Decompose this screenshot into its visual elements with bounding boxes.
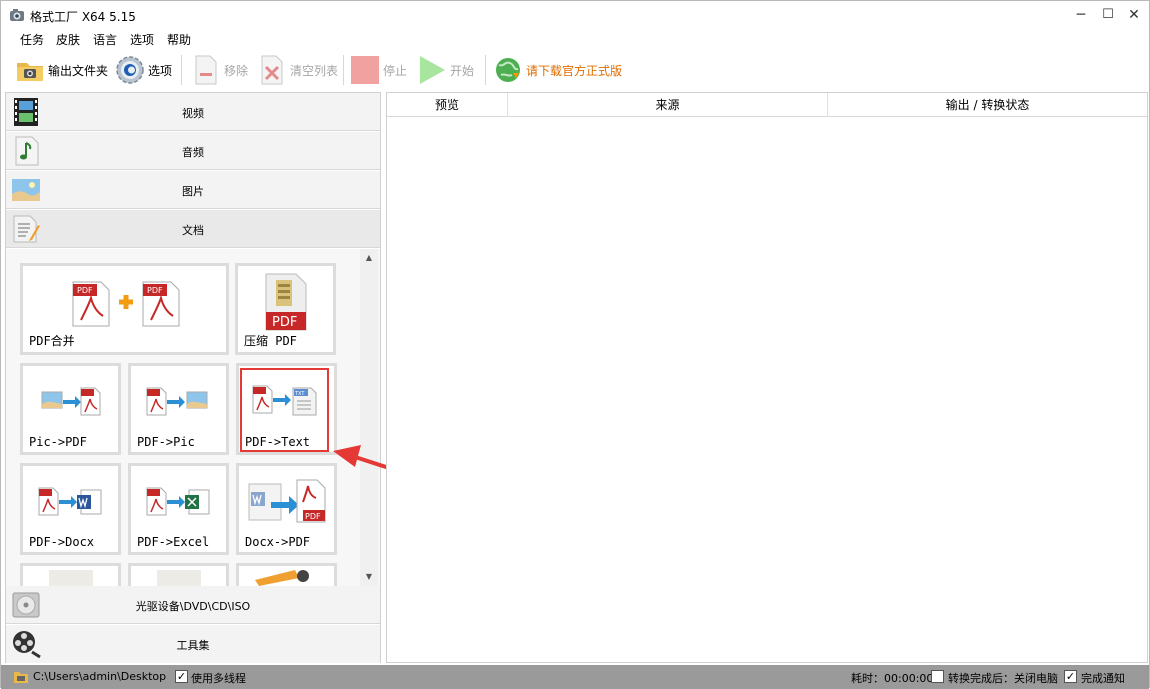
folder-icon[interactable]	[13, 669, 29, 684]
title-bar: 格式工厂 X64 5.15 ─ ☐ ✕	[1, 1, 1149, 29]
category-tools-label: 工具集	[176, 639, 210, 652]
pdf-to-excel-icon	[146, 487, 210, 516]
toolbar: 输出文件夹 选项 移除 清空列表 停止 开始 请下载官方正式版	[1, 51, 1149, 89]
tool-pdf-to-pic-label: PDF->Pic	[137, 435, 195, 449]
format-factory-icon	[10, 9, 24, 21]
folder-camera-icon	[15, 55, 45, 85]
tools-scrollbar[interactable]: ▲ ▼	[360, 249, 378, 586]
tool-docx-to-pdf[interactable]: PDF Docx->PDF	[236, 463, 337, 555]
pdf-label: PDF	[272, 315, 297, 330]
clear-list-icon	[257, 55, 287, 85]
notify-checkbox[interactable]: ✓	[1064, 670, 1077, 683]
output-path[interactable]: C:\Users\admin\Desktop	[33, 670, 166, 683]
category-disc[interactable]: 光驱设备\DVD\CD\ISO	[6, 586, 380, 624]
menu-skin[interactable]: 皮肤	[56, 31, 80, 48]
pdf-to-text-icon: TXT	[252, 385, 317, 416]
task-list-header: 预览 来源 输出 / 转换状态	[387, 93, 1147, 117]
tool-docx-to-pdf-label: Docx->PDF	[245, 535, 311, 549]
document-icon	[49, 570, 93, 586]
maximize-button[interactable]: ☐	[1094, 3, 1122, 27]
category-video[interactable]: 视频	[6, 93, 380, 131]
tool-pdf-merge[interactable]: PDF PDF PDF合并	[20, 263, 229, 355]
category-document[interactable]: 文档	[6, 210, 380, 248]
tool-pdf-to-text-label: PDF->Text	[245, 435, 311, 449]
menu-language[interactable]: 语言	[93, 31, 117, 48]
category-audio[interactable]: 音频	[6, 132, 380, 170]
tool-icon	[255, 570, 309, 586]
document-tools-grid: PDF PDF PDF合并 PDF 压缩 PDF Pic->PDF PDF->P…	[6, 249, 380, 586]
tool-partial-2[interactable]	[128, 563, 229, 586]
menu-help[interactable]: 帮助	[167, 31, 191, 48]
tool-pic-to-pdf-label: Pic->PDF	[29, 435, 87, 449]
category-audio-label: 音频	[182, 146, 204, 159]
toolbar-separator	[343, 55, 344, 85]
category-tools[interactable]: 工具集	[6, 625, 380, 663]
pdf-label: PDF	[147, 286, 163, 295]
after-convert-checkbox[interactable]	[931, 670, 944, 683]
elapsed-time: 耗时：00:00:00	[851, 672, 934, 685]
app-window: 格式工厂 X64 5.15 ─ ☐ ✕ 任务 皮肤 语言 选项 帮助 输出文件夹…	[0, 0, 1150, 689]
gear-icon	[115, 55, 145, 85]
remove-button[interactable]: 移除	[191, 53, 248, 87]
close-button[interactable]: ✕	[1120, 3, 1148, 27]
pdf-label: PDF	[77, 286, 93, 295]
minimize-button[interactable]: ─	[1067, 3, 1095, 27]
tool-pdf-to-excel[interactable]: PDF->Excel	[128, 463, 229, 555]
status-bar: C:\Users\admin\Desktop ✓ 使用多线程 耗时：00:00:…	[1, 665, 1149, 689]
column-source[interactable]: 来源	[508, 93, 828, 117]
tool-compress-pdf[interactable]: PDF 压缩 PDF	[235, 263, 336, 355]
category-video-label: 视频	[182, 107, 204, 120]
menu-options[interactable]: 选项	[130, 31, 154, 48]
scroll-up-icon[interactable]: ▲	[360, 249, 378, 267]
clear-list-button[interactable]: 清空列表	[257, 53, 338, 87]
category-image-label: 图片	[182, 185, 204, 198]
tool-pdf-merge-label: PDF合并	[29, 334, 75, 348]
column-preview[interactable]: 预览	[387, 93, 508, 117]
menu-task[interactable]: 任务	[20, 31, 44, 48]
remove-document-icon	[191, 55, 221, 85]
notify-label: 完成通知	[1081, 672, 1125, 685]
pic-to-pdf-icon	[41, 387, 101, 416]
pdf-label: PDF	[305, 512, 321, 521]
download-official-link[interactable]: 请下载官方正式版	[493, 53, 622, 87]
tool-pdf-to-docx-label: PDF->Docx	[29, 535, 95, 549]
compress-pdf-icon: PDF	[265, 273, 307, 331]
docx-to-pdf-icon: PDF	[248, 479, 326, 523]
tool-pdf-to-docx[interactable]: PDF->Docx	[20, 463, 121, 555]
tool-pdf-to-pic[interactable]: PDF->Pic	[128, 363, 229, 455]
tool-pic-to-pdf[interactable]: Pic->PDF	[20, 363, 121, 455]
tool-pdf-to-text[interactable]: TXT PDF->Text	[236, 363, 337, 455]
pdf-to-pic-icon	[146, 387, 208, 416]
document-icon	[157, 570, 201, 586]
options-button[interactable]: 选项	[115, 53, 172, 87]
tool-pdf-to-excel-label: PDF->Excel	[137, 535, 210, 549]
tool-compress-pdf-label: 压缩 PDF	[244, 334, 297, 348]
after-convert-label: 转换完成后：关闭电脑	[948, 672, 1058, 685]
tool-partial-3[interactable]	[236, 563, 337, 586]
category-document-label: 文档	[182, 224, 204, 237]
column-output-status[interactable]: 输出 / 转换状态	[828, 93, 1147, 117]
stop-icon	[350, 55, 380, 85]
toolbar-separator	[181, 55, 182, 85]
scroll-down-icon[interactable]: ▼	[360, 568, 378, 586]
multithread-label: 使用多线程	[191, 672, 246, 685]
stop-button[interactable]: 停止	[350, 53, 407, 87]
globe-download-icon	[493, 55, 523, 85]
output-folder-button[interactable]: 输出文件夹	[15, 53, 108, 87]
tool-partial-1[interactable]	[20, 563, 121, 586]
category-panel: 视频 音频 图片 文档 PDF PDF PDF合并 PDF 压缩 PDF Pic…	[5, 92, 381, 663]
start-button[interactable]: 开始	[417, 53, 474, 87]
pdf-merge-icon: PDF PDF	[72, 281, 180, 327]
menu-bar: 任务 皮肤 语言 选项 帮助	[1, 29, 1149, 49]
category-image[interactable]: 图片	[6, 171, 380, 209]
window-title: 格式工厂 X64 5.15	[30, 10, 136, 24]
play-icon	[417, 55, 447, 85]
task-list: 预览 来源 输出 / 转换状态	[386, 92, 1148, 663]
toolbar-separator	[485, 55, 486, 85]
multithread-checkbox[interactable]: ✓	[175, 670, 188, 683]
category-disc-label: 光驱设备\DVD\CD\ISO	[135, 600, 251, 613]
pdf-to-docx-icon	[38, 487, 102, 516]
txt-label: TXT	[294, 391, 305, 397]
